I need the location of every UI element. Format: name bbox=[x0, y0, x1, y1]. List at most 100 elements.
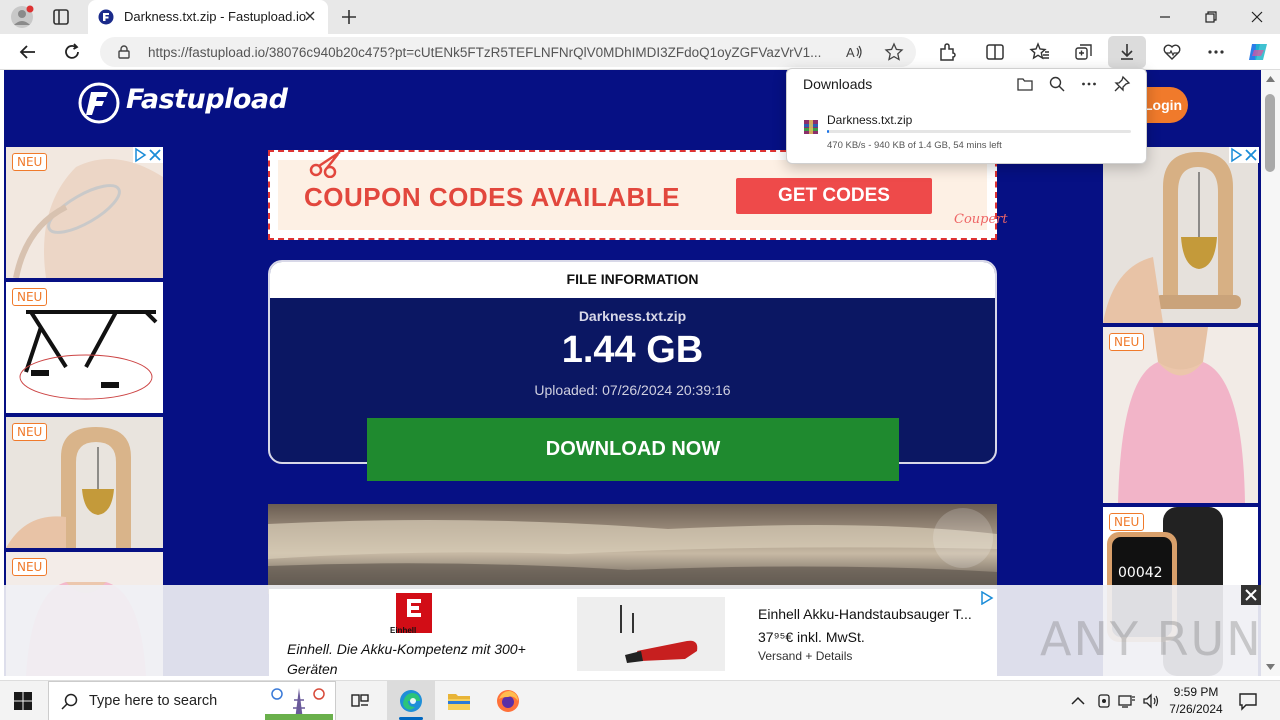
windows-start-icon[interactable] bbox=[14, 692, 32, 710]
ad-price: 37⁹⁵€ inkl. MwSt. bbox=[758, 629, 865, 645]
file-explorer-icon bbox=[448, 694, 470, 710]
download-status: 470 KB/s - 940 KB of 1.4 GB, 54 mins lef… bbox=[827, 140, 1002, 151]
video-ad[interactable] bbox=[268, 504, 997, 594]
show-hidden-icons-icon[interactable] bbox=[1071, 695, 1085, 707]
firefox-icon bbox=[497, 690, 519, 712]
taskbar-file-explorer[interactable] bbox=[435, 681, 483, 720]
einhell-logo-icon bbox=[407, 599, 421, 617]
ad-product-title[interactable]: Einhell Akku-Handstaubsauger T... bbox=[758, 606, 972, 622]
copilot-icon[interactable] bbox=[1246, 40, 1270, 64]
read-aloud-icon[interactable]: A bbox=[844, 42, 864, 62]
download-item-name[interactable]: Darkness.txt.zip bbox=[827, 113, 912, 127]
task-view-button[interactable] bbox=[336, 681, 384, 720]
ad-shipping[interactable]: Versand + Details bbox=[758, 649, 852, 663]
navigation-bar: https://fastupload.io/38076c940b20c475?p… bbox=[0, 34, 1280, 70]
pin-icon[interactable] bbox=[1113, 75, 1131, 93]
clock-time[interactable]: 9:59 PM bbox=[1166, 685, 1226, 699]
bell-lamp-image bbox=[1103, 147, 1258, 323]
get-codes-button[interactable]: GET CODES bbox=[736, 178, 932, 214]
search-icon bbox=[61, 693, 78, 710]
new-badge: NEU bbox=[12, 153, 48, 171]
coupon-headline: COUPON CODES AVAILABLE bbox=[304, 182, 680, 212]
scroll-up-icon[interactable] bbox=[1266, 76, 1275, 82]
extensions-icon[interactable] bbox=[936, 41, 958, 63]
close-ad-button[interactable] bbox=[1241, 585, 1261, 605]
new-badge: NEU bbox=[1109, 333, 1145, 351]
address-bar[interactable]: https://fastupload.io/38076c940b20c475?p… bbox=[100, 37, 916, 67]
fastupload-logo-icon bbox=[78, 82, 120, 124]
page-scrollbar[interactable] bbox=[1261, 70, 1280, 676]
close-window-icon[interactable] bbox=[1245, 6, 1269, 28]
einhell-ad[interactable]: Einhell Einhell. Die Akku-Kompetenz mit … bbox=[269, 589, 997, 677]
side-ad-bracelet[interactable]: NEU bbox=[6, 147, 163, 278]
split-screen-icon[interactable] bbox=[984, 41, 1006, 63]
pink-shirt-image bbox=[1103, 327, 1258, 503]
tab-actions-icon[interactable] bbox=[50, 6, 72, 28]
tab-title: Darkness.txt.zip - Fastupload.io bbox=[124, 9, 307, 24]
downloads-panel: Downloads Darkness.txt.zip 470 KB/s - 94… bbox=[786, 68, 1147, 164]
downloads-title: Downloads bbox=[803, 76, 873, 92]
downloads-more-icon[interactable] bbox=[1080, 75, 1098, 93]
file-information-header: FILE INFORMATION bbox=[270, 262, 995, 298]
download-progress-fill bbox=[827, 130, 829, 133]
open-folder-icon[interactable] bbox=[1016, 75, 1034, 93]
url-text[interactable]: https://fastupload.io/38076c940b20c475?p… bbox=[148, 45, 838, 60]
edge-icon bbox=[400, 690, 422, 712]
taskbar-firefox[interactable] bbox=[484, 681, 532, 720]
favorites-icon[interactable] bbox=[1029, 41, 1051, 63]
logo-text: Fastupload bbox=[126, 84, 288, 115]
downloads-button[interactable] bbox=[1108, 36, 1146, 68]
close-tab-icon[interactable] bbox=[302, 8, 318, 24]
scissors-icon bbox=[309, 150, 341, 178]
more-menu-icon[interactable] bbox=[1205, 41, 1227, 63]
ad-choices-right[interactable] bbox=[1229, 147, 1259, 163]
scroll-thumb[interactable] bbox=[1265, 94, 1275, 172]
handheld-vacuum-image bbox=[577, 597, 725, 671]
performance-heart-icon[interactable] bbox=[1161, 41, 1183, 63]
taskbar: Type here to search 9:59 PM 7/26/2024 bbox=[0, 680, 1280, 720]
refresh-icon[interactable] bbox=[60, 40, 84, 64]
coupon-banner-inner: COUPON CODES AVAILABLE GET CODES Coupert bbox=[278, 150, 1008, 230]
notifications-icon[interactable] bbox=[1238, 691, 1258, 711]
coupon-brand: Coupert bbox=[954, 212, 1008, 227]
scroll-down-icon[interactable] bbox=[1266, 664, 1275, 670]
ad-info-icon[interactable] bbox=[980, 591, 994, 605]
download-icon bbox=[1121, 44, 1133, 60]
collections-icon[interactable] bbox=[1073, 41, 1095, 63]
lock-icon[interactable] bbox=[116, 44, 132, 60]
einhell-brand: Einhell bbox=[390, 626, 417, 635]
download-now-button[interactable]: DOWNLOAD NOW bbox=[367, 418, 899, 481]
restore-icon[interactable] bbox=[1199, 6, 1223, 28]
taskbar-edge[interactable] bbox=[387, 681, 435, 720]
side-ad-bell-lamp-right[interactable] bbox=[1103, 147, 1258, 323]
close-icon bbox=[1245, 589, 1257, 601]
active-tab[interactable]: Darkness.txt.zip - Fastupload.io bbox=[88, 0, 328, 34]
anyrun-watermark: ANY RUN bbox=[1040, 612, 1263, 666]
taskbar-search[interactable]: Type here to search bbox=[48, 681, 336, 720]
title-bar: Darkness.txt.zip - Fastupload.io bbox=[0, 0, 1280, 34]
profile-avatar-icon[interactable] bbox=[10, 5, 34, 29]
new-badge: NEU bbox=[12, 558, 48, 576]
ad-choices-icon bbox=[135, 147, 161, 163]
side-ad-bike-rack[interactable]: NEU bbox=[6, 282, 163, 413]
back-icon[interactable] bbox=[16, 40, 40, 64]
new-tab-icon[interactable] bbox=[338, 6, 360, 28]
ad-choices[interactable] bbox=[133, 147, 163, 163]
meet-now-icon[interactable] bbox=[1096, 693, 1112, 709]
volume-icon[interactable] bbox=[1142, 693, 1160, 709]
side-ad-pink-shirt-right[interactable]: NEU bbox=[1103, 327, 1258, 503]
minimize-icon[interactable] bbox=[1153, 6, 1177, 28]
favorite-star-icon[interactable] bbox=[884, 42, 904, 62]
video-frame-image bbox=[268, 508, 997, 594]
clock-date[interactable]: 7/26/2024 bbox=[1160, 702, 1232, 716]
network-icon[interactable] bbox=[1118, 693, 1136, 709]
side-ad-bell-lamp[interactable]: NEU bbox=[6, 417, 163, 548]
task-view-icon bbox=[351, 694, 369, 707]
search-downloads-icon[interactable] bbox=[1048, 75, 1066, 93]
new-badge: NEU bbox=[1109, 513, 1145, 531]
svg-text:A: A bbox=[846, 45, 855, 60]
file-size: 1.44 GB bbox=[561, 329, 704, 371]
new-badge: NEU bbox=[12, 423, 48, 441]
download-progress-bar bbox=[827, 130, 1131, 133]
fastupload-logo[interactable]: Fastupload bbox=[78, 82, 318, 124]
